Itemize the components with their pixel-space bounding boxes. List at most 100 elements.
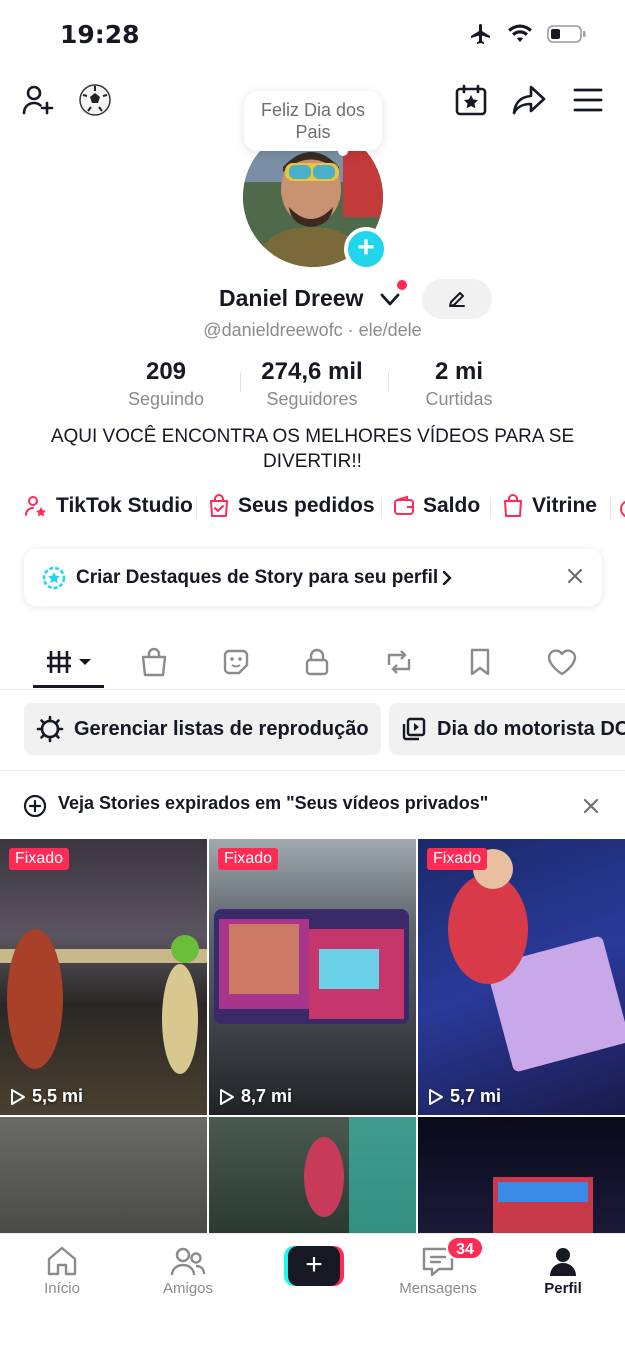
- profile-icon: [550, 1248, 576, 1276]
- playlist-label: Dia do motorista DC: [437, 717, 625, 740]
- stat-value: 2 mi: [434, 358, 484, 385]
- video-thumbnail[interactable]: [0, 1117, 207, 1234]
- stat-label: Curtidas: [425, 389, 493, 409]
- create-button[interactable]: +: [284, 1246, 344, 1286]
- quick-link-showcase[interactable]: Vitrine: [502, 494, 597, 518]
- video-thumbnail[interactable]: [209, 1117, 416, 1234]
- status-bar: 19:28: [0, 0, 625, 70]
- video-thumbnail[interactable]: Fixado 8,7 mi: [209, 839, 416, 1115]
- play-icon: [220, 1088, 234, 1105]
- airplane-mode-icon: [471, 24, 490, 44]
- profile-bio: AQUI VOCÊ ENCONTRA OS MELHORES VÍDEOS PA…: [50, 426, 575, 472]
- inbox-badge: 34: [446, 1236, 484, 1260]
- chevron-down-icon[interactable]: [380, 293, 400, 307]
- wallet-icon: [394, 495, 414, 515]
- tab-shop[interactable]: [129, 640, 179, 684]
- person-star-icon: [25, 496, 46, 517]
- status-time: 19:28: [60, 20, 140, 49]
- stat-value: 274,6 mil: [261, 358, 363, 385]
- add-story-button[interactable]: +: [344, 227, 388, 271]
- soccer-ball-icon[interactable]: [75, 80, 115, 120]
- heart-icon: [547, 649, 577, 676]
- share-icon[interactable]: [509, 80, 549, 120]
- tab-liked[interactable]: [537, 640, 587, 684]
- friends-icon: [170, 1247, 206, 1276]
- star-badge-icon: [42, 566, 66, 590]
- divider: [0, 770, 625, 771]
- tab-videos[interactable]: [42, 640, 96, 684]
- profile-handle: @danieldreewofc · ele/dele: [203, 320, 422, 340]
- nav-profile[interactable]: Perfil: [518, 1242, 608, 1297]
- stat-label: Seguidores: [266, 389, 358, 409]
- profile-note[interactable]: Feliz Dia dos Pais: [244, 91, 382, 156]
- name-row: Daniel Dreew: [0, 283, 625, 319]
- quick-link-orders[interactable]: Seus pedidos: [208, 494, 375, 518]
- tab-favorites[interactable]: [455, 640, 505, 684]
- edit-profile-button[interactable]: [422, 279, 492, 319]
- bottom-nav: Início Amigos + Mensagens Perfil: [0, 1233, 625, 1354]
- view-count: 5,7 mi: [428, 1086, 501, 1107]
- shopping-bag-icon: [141, 647, 167, 677]
- tab-reposts[interactable]: [374, 640, 424, 684]
- home-icon: [47, 1246, 77, 1276]
- separator: [490, 498, 491, 518]
- video-thumbnail[interactable]: Fixado 5,5 mi: [0, 839, 207, 1115]
- stat-followers[interactable]: 274,6 mil Seguidores: [252, 358, 372, 410]
- separator: [610, 498, 611, 518]
- wifi-icon: [508, 24, 532, 42]
- play-icon: [11, 1088, 25, 1105]
- tab-stickers[interactable]: [211, 640, 261, 684]
- playlist-chip[interactable]: Dia do motorista DC: [389, 703, 625, 755]
- menu-icon[interactable]: [568, 80, 608, 120]
- nav-label: Mensagens: [399, 1280, 477, 1297]
- pinned-badge: Fixado: [427, 848, 488, 870]
- sticker-icon: [223, 649, 249, 675]
- quick-link-tiktok-studio[interactable]: TikTok Studio: [24, 494, 193, 518]
- nav-label: Perfil: [544, 1280, 582, 1297]
- gear-icon: [36, 715, 64, 743]
- quick-links: TikTok Studio Seus pedidos Saldo Vitrine: [0, 490, 625, 526]
- manage-playlists-button[interactable]: Gerenciar listas de reprodução: [24, 703, 381, 755]
- close-icon[interactable]: [564, 565, 586, 587]
- story-highlights-banner[interactable]: Criar Destaques de Story para seu perfil: [24, 549, 602, 606]
- stat-following[interactable]: 209 Seguindo: [116, 358, 216, 410]
- chevron-right-icon: [442, 571, 452, 585]
- stat-divider: [240, 372, 241, 392]
- close-icon[interactable]: [582, 797, 600, 815]
- stat-value: 209: [145, 358, 187, 385]
- quick-link-balance[interactable]: Saldo: [393, 494, 480, 518]
- nav-home[interactable]: Início: [17, 1242, 107, 1297]
- grid-icon: [47, 651, 91, 673]
- quick-link-label: TikTok Studio: [56, 494, 193, 517]
- more-links-icon[interactable]: [618, 498, 625, 520]
- calendar-star-icon[interactable]: [451, 80, 491, 120]
- playlist-label: Gerenciar listas de reprodução: [74, 717, 369, 740]
- pinned-badge: Fixado: [218, 848, 279, 870]
- view-count-text: 5,7 mi: [450, 1086, 502, 1106]
- tab-private[interactable]: [292, 640, 342, 684]
- quick-link-label: Vitrine: [532, 494, 597, 517]
- nav-friends[interactable]: Amigos: [143, 1242, 233, 1297]
- playlist-icon: [402, 717, 426, 741]
- quick-link-label: Saldo: [423, 494, 481, 517]
- profile-name[interactable]: Daniel Dreew: [219, 285, 363, 312]
- order-bag-icon: [210, 494, 228, 517]
- status-icons: [469, 22, 587, 46]
- nav-label: Amigos: [162, 1280, 214, 1297]
- plus-icon: +: [288, 1246, 340, 1286]
- stat-likes[interactable]: 2 mi Curtidas: [409, 358, 509, 410]
- stats: 209 Seguindo 274,6 mil Seguidores 2 mi C…: [0, 358, 625, 414]
- view-count: 5,5 mi: [10, 1086, 83, 1107]
- play-icon: [429, 1088, 443, 1105]
- separator: [196, 498, 197, 518]
- add-friend-icon[interactable]: [18, 80, 58, 120]
- story-banner-text: Criar Destaques de Story para seu perfil: [76, 567, 439, 588]
- notification-dot: [397, 280, 407, 290]
- view-count-text: 5,5 mi: [32, 1086, 84, 1106]
- expired-stories-bar[interactable]: Veja Stories expirados em "Seus vídeos p…: [0, 790, 625, 820]
- expired-stories-text: Veja Stories expirados em "Seus vídeos p…: [58, 793, 489, 813]
- video-thumbnail[interactable]: Fixado 5,7 mi: [418, 839, 625, 1115]
- video-thumbnail[interactable]: [418, 1117, 625, 1234]
- playlist-row: Gerenciar listas de reprodução Dia do mo…: [0, 703, 625, 757]
- profile-tabs: [0, 636, 625, 690]
